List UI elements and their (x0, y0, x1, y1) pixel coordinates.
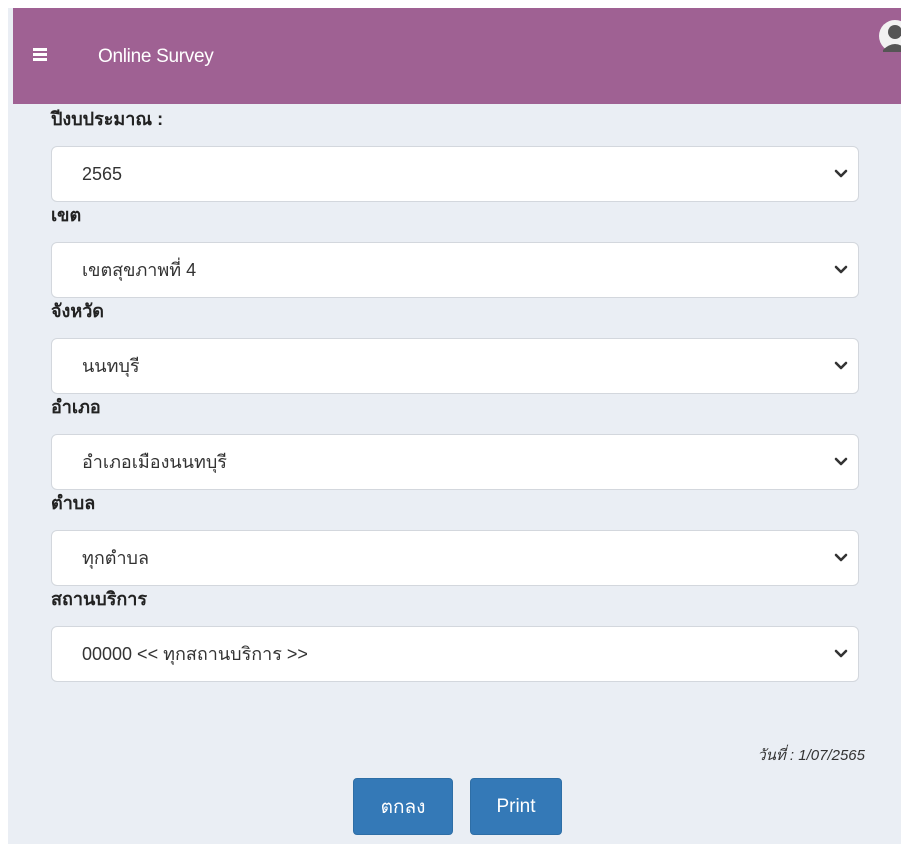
province-value: นนทบุรี (82, 356, 140, 376)
district-label: อำเภอ (51, 397, 101, 417)
chevron-down-icon (834, 457, 848, 466)
province-select[interactable]: นนทบุรี (51, 338, 859, 394)
district-select[interactable]: อำเภอเมืองนนทบุรี (51, 434, 859, 490)
subdistrict-select[interactable]: ทุกตำบล (51, 530, 859, 586)
print-button[interactable]: Print (470, 778, 562, 835)
chevron-down-icon (834, 361, 848, 370)
ok-button[interactable]: ตกลง (353, 778, 453, 835)
budget-year-select[interactable]: 2565 (51, 146, 859, 202)
region-select[interactable]: เขตสุขภาพที่ 4 (51, 242, 859, 298)
district-value: อำเภอเมืองนนทบุรี (82, 452, 227, 472)
hamburger-menu-icon[interactable] (33, 48, 47, 61)
chevron-down-icon (834, 649, 848, 658)
budget-year-value: 2565 (82, 164, 123, 184)
service-unit-label: สถานบริการ (51, 589, 148, 609)
subdistrict-label: ตำบล (51, 493, 96, 513)
page-frame: Online Survey ปีงบประมาณ : 2565 เขต เขตส… (8, 8, 901, 844)
region-label: เขต (51, 205, 82, 225)
report-date: วันที่ : 1/07/2565 (757, 747, 865, 764)
service-unit-value: 00000 << ทุกสถานบริการ >> (82, 644, 308, 664)
chevron-down-icon (834, 169, 848, 178)
region-value: เขตสุขภาพที่ 4 (82, 260, 197, 280)
subdistrict-value: ทุกตำบล (82, 548, 150, 568)
chevron-down-icon (834, 553, 848, 562)
top-navbar: Online Survey (13, 8, 901, 104)
province-label: จังหวัด (51, 301, 104, 321)
budget-year-label: ปีงบประมาณ : (51, 109, 164, 129)
user-avatar-icon[interactable] (875, 20, 901, 64)
survey-filter-form: ปีงบประมาณ : 2565 เขต เขตสุขภาพที่ 4 จัง… (51, 104, 859, 682)
chevron-down-icon (834, 265, 848, 274)
app-title[interactable]: Online Survey (98, 46, 214, 68)
service-unit-select[interactable]: 00000 << ทุกสถานบริการ >> (51, 626, 859, 682)
